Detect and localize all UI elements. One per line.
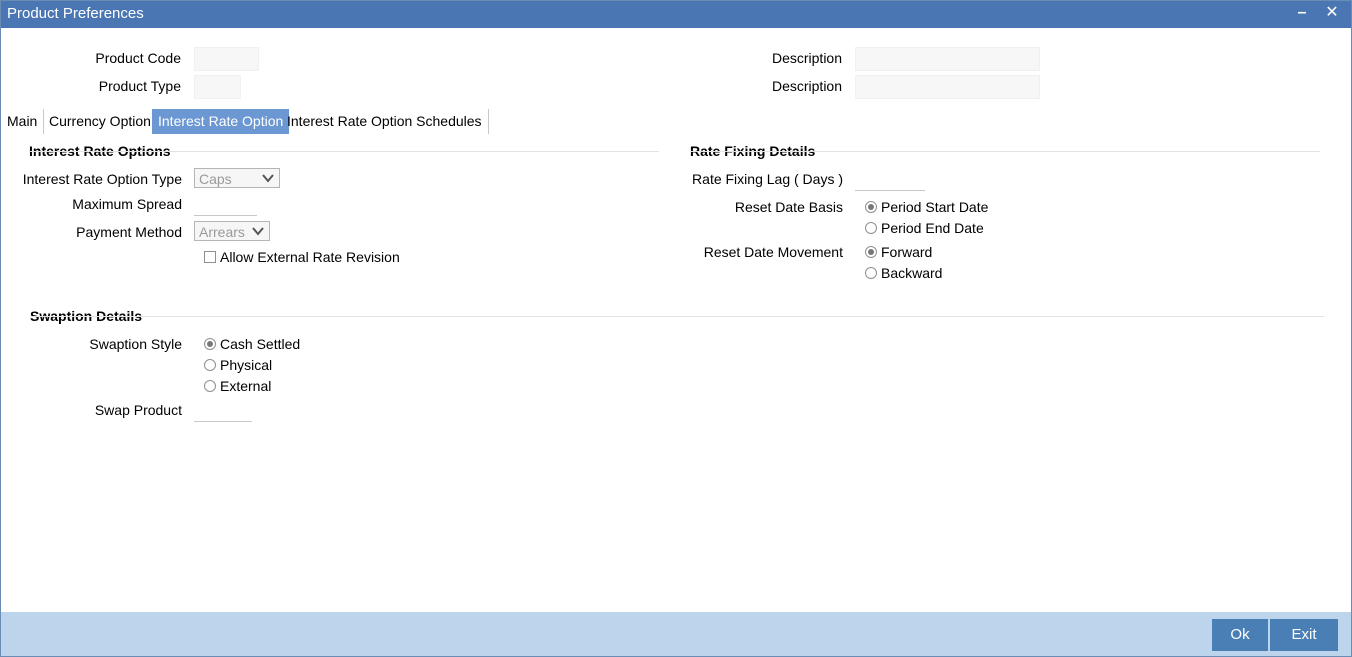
payment-method-label: Payment Method — [76, 224, 182, 240]
tab-main[interactable]: Main — [1, 109, 45, 134]
description-field-2[interactable] — [855, 75, 1040, 99]
chevron-down-icon — [262, 174, 274, 183]
backward-radio[interactable] — [865, 267, 877, 279]
period-start-date-radio[interactable] — [865, 201, 877, 213]
chevron-down-icon — [252, 227, 264, 236]
section-divider — [29, 151, 659, 152]
swap-product-label: Swap Product — [94, 402, 182, 418]
footer-bar: Ok Exit — [1, 612, 1351, 656]
physical-label: Physical — [220, 357, 273, 373]
forward-radio[interactable] — [865, 246, 877, 258]
swap-product-input[interactable] — [194, 400, 252, 422]
section-divider — [690, 151, 1320, 152]
product-code-field[interactable] — [194, 47, 259, 71]
interest-rate-option-type-select[interactable]: Caps — [194, 168, 280, 188]
maximum-spread-input[interactable] — [194, 194, 257, 216]
period-end-date-label: Period End Date — [881, 220, 984, 236]
forward-label: Forward — [881, 244, 933, 260]
close-icon[interactable]: ✕ — [1321, 1, 1343, 25]
ok-button[interactable]: Ok — [1212, 619, 1268, 651]
payment-method-value: Arrears — [199, 224, 245, 240]
interest-rate-option-type-value: Caps — [199, 171, 232, 187]
physical-radio[interactable] — [204, 359, 216, 371]
cash-settled-label: Cash Settled — [220, 336, 301, 352]
allow-external-rate-revision-checkbox[interactable] — [204, 251, 216, 263]
window-title: Product Preferences — [7, 5, 144, 22]
reset-date-basis-label: Reset Date Basis — [734, 199, 843, 215]
product-preferences-window: Product Preferences – ✕ Product Code Pro… — [0, 0, 1352, 657]
description-label: Description — [771, 50, 842, 66]
tab-interest-rate-option[interactable]: Interest Rate Option — [152, 109, 290, 134]
description-label-2: Description — [771, 78, 842, 94]
allow-external-rate-revision-label: Allow External Rate Revision — [220, 249, 400, 265]
maximum-spread-label: Maximum Spread — [72, 196, 182, 212]
reset-date-movement-label: Reset Date Movement — [703, 244, 843, 260]
exit-button[interactable]: Exit — [1270, 619, 1338, 651]
period-end-date-radio[interactable] — [865, 222, 877, 234]
section-divider — [30, 316, 1324, 317]
external-label: External — [220, 378, 272, 394]
interest-rate-option-type-label: Interest Rate Option Type — [22, 171, 182, 187]
rate-fixing-lag-input[interactable] — [855, 169, 925, 191]
rate-fixing-lag-label: Rate Fixing Lag ( Days ) — [692, 171, 843, 187]
product-type-label: Product Type — [98, 78, 181, 94]
payment-method-select[interactable]: Arrears — [194, 221, 270, 241]
description-field[interactable] — [855, 47, 1040, 71]
period-start-date-label: Period Start Date — [881, 199, 989, 215]
minimize-icon[interactable]: – — [1291, 1, 1313, 25]
tab-interest-rate-option-schedules[interactable]: Interest Rate Option Schedules — [281, 109, 489, 134]
title-bar: Product Preferences – ✕ — [1, 1, 1351, 28]
swaption-style-label: Swaption Style — [89, 336, 182, 352]
product-code-label: Product Code — [95, 50, 181, 66]
external-radio[interactable] — [204, 380, 216, 392]
backward-label: Backward — [881, 265, 943, 281]
cash-settled-radio[interactable] — [204, 338, 216, 350]
product-type-field[interactable] — [194, 75, 241, 99]
tab-currency-option[interactable]: Currency Option — [43, 109, 158, 134]
